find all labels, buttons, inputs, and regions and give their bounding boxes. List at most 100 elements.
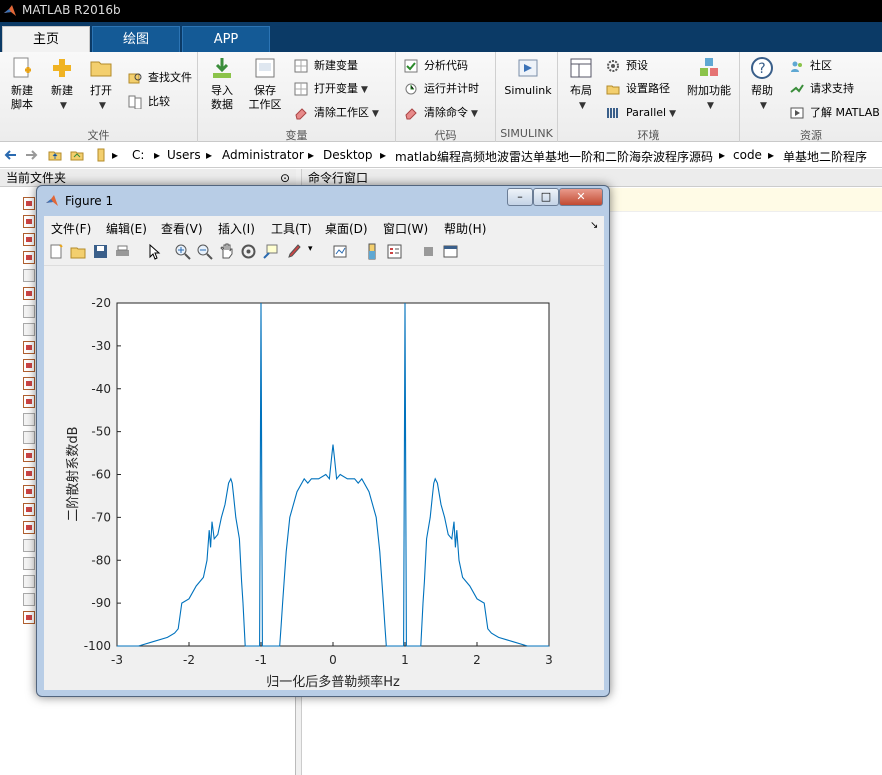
folder-icon (90, 61, 112, 77)
data-cursor-icon[interactable] (262, 243, 279, 260)
tab-apps[interactable]: APP (182, 26, 270, 52)
preferences-button[interactable]: 预设 (606, 56, 648, 76)
insert-colorbar-icon[interactable] (364, 243, 381, 260)
breadcrumb-item[interactable]: matlab编程高频地波雷达单基地一阶和二阶海杂波程序源码 (395, 148, 713, 164)
file-row-icon[interactable] (23, 359, 35, 372)
file-row-icon[interactable] (23, 503, 35, 516)
addons-cubes-icon (700, 58, 718, 76)
clear-commands-button[interactable]: 清除命令 ▼ (404, 103, 478, 123)
file-row-icon[interactable] (23, 521, 35, 534)
brush-icon[interactable] (286, 243, 303, 260)
file-row-icon[interactable] (23, 539, 35, 552)
forward-arrow-icon[interactable] (24, 148, 38, 162)
maximize-button[interactable]: □ (533, 188, 559, 206)
save-icon[interactable] (92, 243, 109, 260)
browse-folder-icon[interactable] (70, 148, 84, 162)
zoom-in-icon[interactable] (174, 243, 191, 260)
breadcrumb-item[interactable]: code (733, 148, 762, 164)
insert-legend-icon[interactable] (386, 243, 403, 260)
clear-workspace-button[interactable]: 清除工作区 ▼ (294, 103, 379, 123)
pan-hand-icon[interactable] (218, 243, 235, 260)
file-row-icon[interactable] (23, 323, 35, 336)
close-button[interactable]: ✕ (559, 188, 603, 206)
file-row-icon[interactable] (23, 395, 35, 408)
menu-window[interactable]: 窗口(W) (383, 220, 428, 237)
import-data-button[interactable]: 导入 数据 (204, 56, 240, 112)
file-row-icon[interactable] (23, 251, 35, 264)
link-plot-icon[interactable] (332, 243, 349, 260)
zoom-out-icon[interactable] (196, 243, 213, 260)
file-row-icon[interactable] (23, 197, 35, 210)
open-file-icon[interactable] (70, 243, 87, 260)
minimize-button[interactable]: – (507, 188, 533, 206)
breadcrumb-item[interactable]: 单基地二阶程序 (783, 148, 867, 164)
breadcrumb-item[interactable]: C: (132, 148, 144, 164)
new-variable-button[interactable]: 新建变量 (294, 56, 358, 76)
tab-home[interactable]: 主页 (2, 26, 90, 52)
menu-desktop[interactable]: 桌面(D) (325, 220, 368, 237)
rotate-3d-icon[interactable] (240, 243, 257, 260)
hide-plot-tools-icon[interactable] (420, 243, 437, 260)
menu-edit[interactable]: 编辑(E) (106, 220, 147, 237)
layout-button[interactable]: 布局 ▼ (564, 56, 598, 113)
parallel-button[interactable]: Parallel ▼ (606, 103, 676, 123)
new-button[interactable]: 新建 ▼ (46, 56, 78, 113)
x-tick-label: 1 (401, 653, 409, 667)
file-row-icon[interactable] (23, 611, 35, 624)
chevron-down-icon[interactable]: ▾ (308, 244, 313, 254)
menu-file[interactable]: 文件(F) (51, 220, 91, 237)
file-row-icon[interactable] (23, 413, 35, 426)
show-plot-tools-icon[interactable] (442, 243, 459, 260)
breadcrumb-item[interactable]: Desktop (323, 148, 373, 164)
file-row-icon[interactable] (23, 269, 35, 282)
compare-icon (128, 95, 142, 109)
file-row-icon[interactable] (23, 341, 35, 354)
find-files-button[interactable]: 查找文件 (128, 68, 192, 88)
save-workspace-button[interactable]: 保存 工作区 (246, 56, 284, 112)
file-row-icon[interactable] (23, 305, 35, 318)
breadcrumb-item[interactable]: Users (167, 148, 201, 164)
file-row-icon[interactable] (23, 287, 35, 300)
print-icon[interactable] (114, 243, 131, 260)
file-row-icon[interactable] (23, 449, 35, 462)
breadcrumb-separator: ▸ (380, 148, 387, 162)
panel-title: 当前文件夹 (6, 171, 67, 185)
pointer-icon[interactable] (146, 243, 163, 260)
chevron-down-icon: ▼ (579, 101, 586, 111)
simulink-button[interactable]: Simulink (502, 56, 554, 98)
learn-matlab-button[interactable]: 了解 MATLAB (790, 103, 880, 123)
compare-button[interactable]: 比较 (128, 92, 170, 112)
file-row-icon[interactable] (23, 233, 35, 246)
up-folder-icon[interactable] (48, 148, 62, 162)
breadcrumb-item[interactable]: Administrator (222, 148, 304, 164)
new-figure-icon[interactable] (48, 243, 65, 260)
request-support-button[interactable]: 请求支持 (790, 79, 854, 99)
file-row-icon[interactable] (23, 467, 35, 480)
menu-view[interactable]: 查看(V) (161, 220, 203, 237)
menu-tools[interactable]: 工具(T) (271, 220, 312, 237)
menu-insert[interactable]: 插入(I) (218, 220, 255, 237)
addons-button[interactable]: 附加功能 ▼ (684, 56, 734, 113)
file-row-icon[interactable] (23, 557, 35, 570)
file-row-icon[interactable] (23, 215, 35, 228)
tab-plots[interactable]: 绘图 (92, 26, 180, 52)
matlab-logo-icon (46, 195, 58, 206)
open-variable-button[interactable]: 打开变量 ▼ (294, 79, 368, 99)
file-row-icon[interactable] (23, 431, 35, 444)
open-button[interactable]: 打开 ▼ (84, 56, 118, 113)
file-row-icon[interactable] (23, 377, 35, 390)
file-row-icon[interactable] (23, 593, 35, 606)
dock-arrow-icon[interactable]: ↘ (590, 220, 598, 231)
simulink-icon (518, 59, 538, 77)
analyze-code-button[interactable]: 分析代码 (404, 56, 468, 76)
back-arrow-icon[interactable] (4, 148, 18, 162)
new-script-button[interactable]: 新建 脚本 (4, 56, 40, 112)
menu-help[interactable]: 帮助(H) (444, 220, 486, 237)
run-and-time-button[interactable]: 运行并计时 (404, 79, 479, 99)
community-button[interactable]: 社区 (790, 56, 832, 76)
line-chart: -20-30-40-50-60-70-80-90-100 -3 -2 -1 0 1 2 3 … (65, 296, 553, 690)
help-button[interactable]: ? 帮助 ▼ (744, 56, 780, 113)
file-row-icon[interactable] (23, 485, 35, 498)
set-path-button[interactable]: 设置路径 (606, 79, 670, 99)
file-row-icon[interactable] (23, 575, 35, 588)
